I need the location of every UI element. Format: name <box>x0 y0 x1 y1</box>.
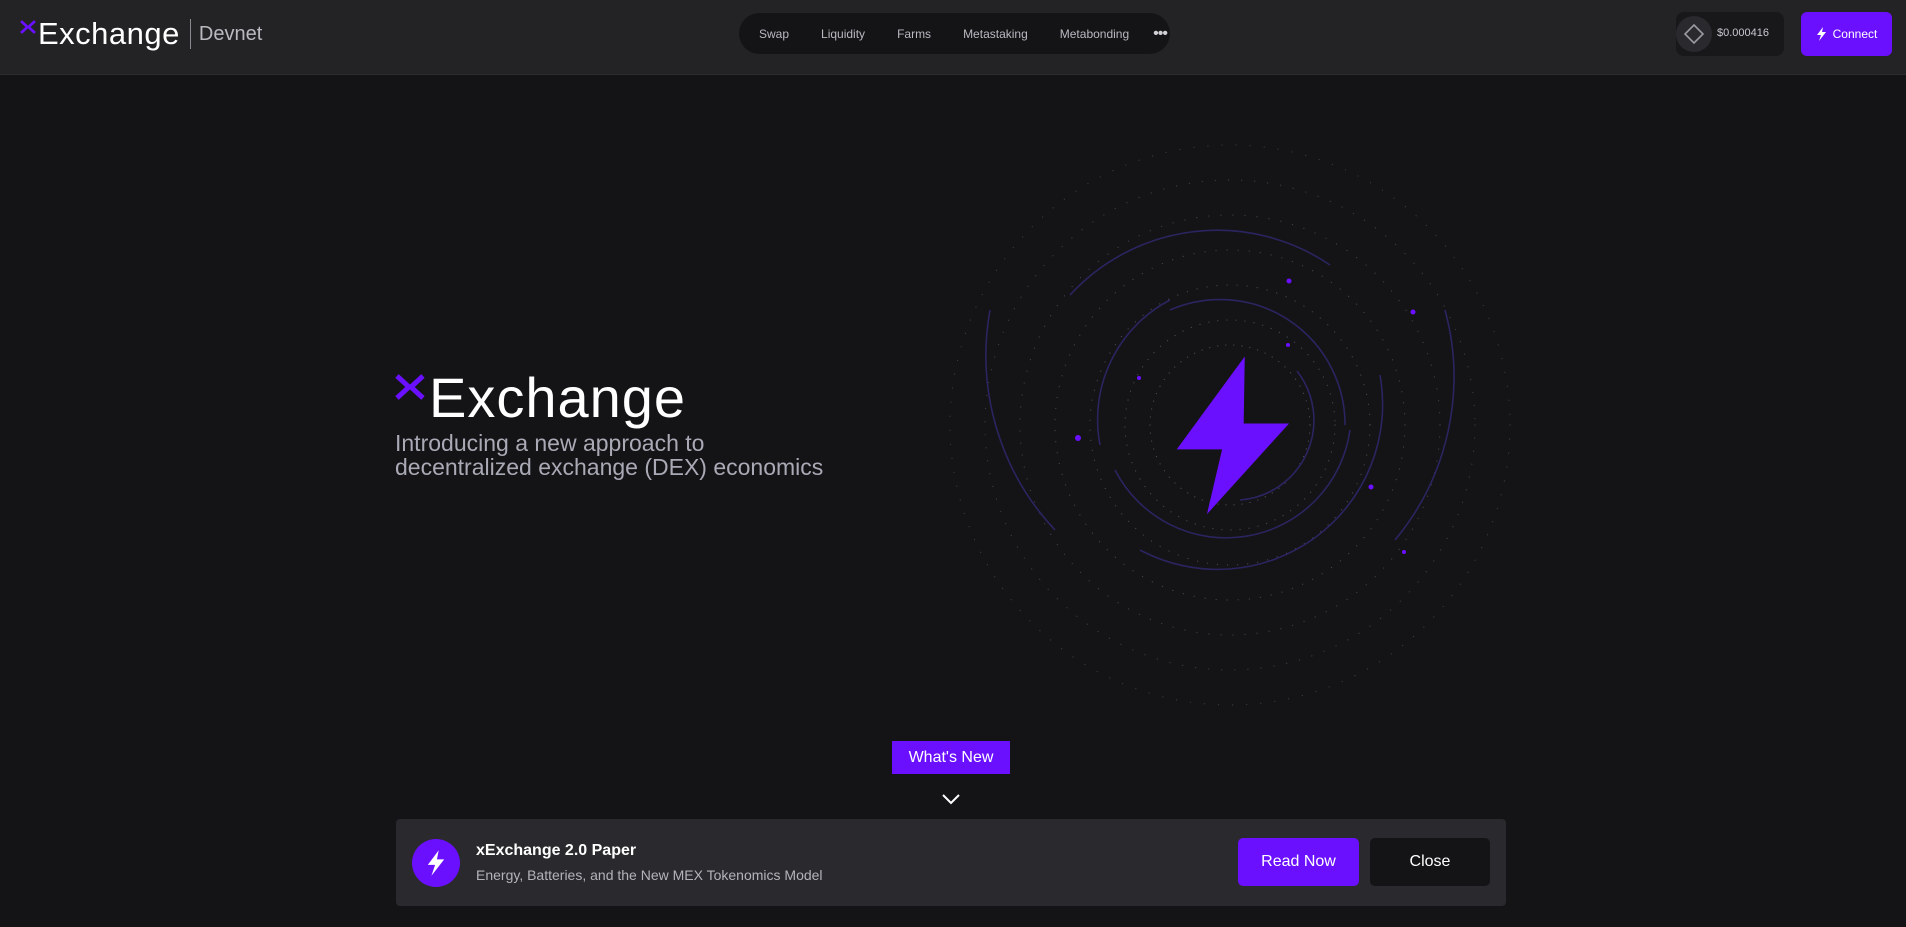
hero-subtitle: Introducing a new approach to decentrali… <box>395 431 855 479</box>
lightning-icon <box>1816 27 1826 41</box>
hero-subtitle-line1: Introducing a new approach to <box>395 430 705 456</box>
announcement-description: Energy, Batteries, and the New MEX Token… <box>476 867 823 883</box>
read-now-button[interactable]: Read Now <box>1238 838 1359 886</box>
chevron-down-icon[interactable] <box>941 792 961 806</box>
lightning-icon <box>412 839 460 887</box>
connect-label: Connect <box>1832 27 1878 41</box>
x-logo-icon <box>395 374 425 400</box>
token-price-widget[interactable]: $0.000416 <box>1676 12 1784 56</box>
x-logo-icon <box>20 20 36 34</box>
top-navigation-bar: Exchange Devnet Swap Liquidity Farms Met… <box>0 0 1906 75</box>
close-button[interactable]: Close <box>1370 838 1490 886</box>
announcement-title: xExchange 2.0 Paper <box>476 842 637 859</box>
brand-divider <box>189 19 191 49</box>
brand-logo[interactable]: Exchange Devnet <box>20 16 262 52</box>
token-price: $0.000416 <box>1717 27 1769 39</box>
main-nav: Swap Liquidity Farms Metastaking Metabon… <box>739 13 1170 54</box>
hero-subtitle-line2: decentralized exchange (DEX) economics <box>395 454 824 480</box>
nav-metastaking[interactable]: Metastaking <box>963 27 1028 41</box>
diamond-icon <box>1676 16 1712 52</box>
connect-button[interactable]: Connect <box>1801 12 1892 56</box>
ellipsis-icon[interactable]: ••• <box>1153 25 1168 43</box>
announcement-card: xExchange 2.0 Paper Energy, Batteries, a… <box>396 819 1506 906</box>
hero-logo: Exchange <box>395 370 686 426</box>
whats-new-button[interactable]: What's New <box>892 741 1010 774</box>
hero-logo-text: Exchange <box>429 366 687 429</box>
nav-metabonding[interactable]: Metabonding <box>1060 27 1129 41</box>
nav-farms[interactable]: Farms <box>897 27 931 41</box>
brand-name: Exchange <box>38 16 180 51</box>
nav-liquidity[interactable]: Liquidity <box>821 27 865 41</box>
nav-swap[interactable]: Swap <box>759 27 789 41</box>
hero-lightning-illustration <box>949 144 1511 706</box>
network-label: Devnet <box>198 22 263 45</box>
